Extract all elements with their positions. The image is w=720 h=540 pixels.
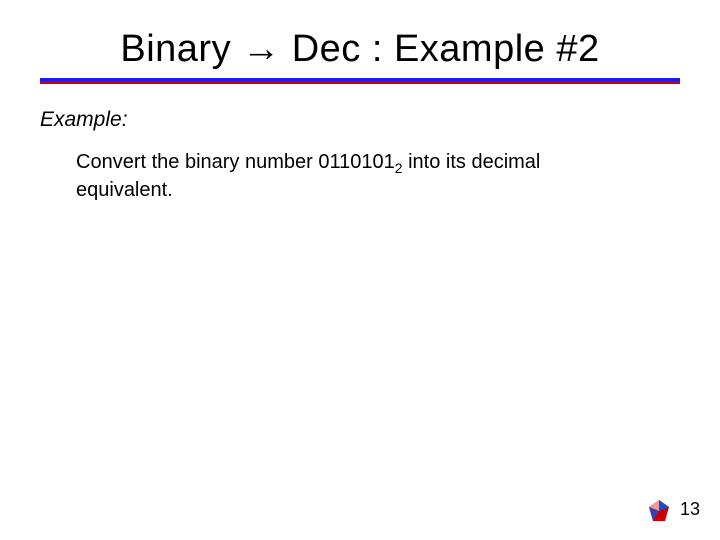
logo-icon (646, 498, 672, 524)
example-heading: Example: (40, 108, 128, 132)
example-body: Convert the binary number 01101012 into … (76, 150, 626, 203)
body-number: 0110101 (318, 151, 394, 173)
slide: Binary → Dec : Example #2 Example: Conve… (0, 0, 720, 540)
page-number: 13 (680, 499, 700, 520)
body-prefix: Convert the binary number (76, 151, 318, 173)
page-title: Binary → Dec : Example #2 (0, 28, 720, 71)
title-underline (40, 78, 680, 84)
body-subscript: 2 (395, 160, 403, 176)
underline-red (40, 81, 680, 84)
